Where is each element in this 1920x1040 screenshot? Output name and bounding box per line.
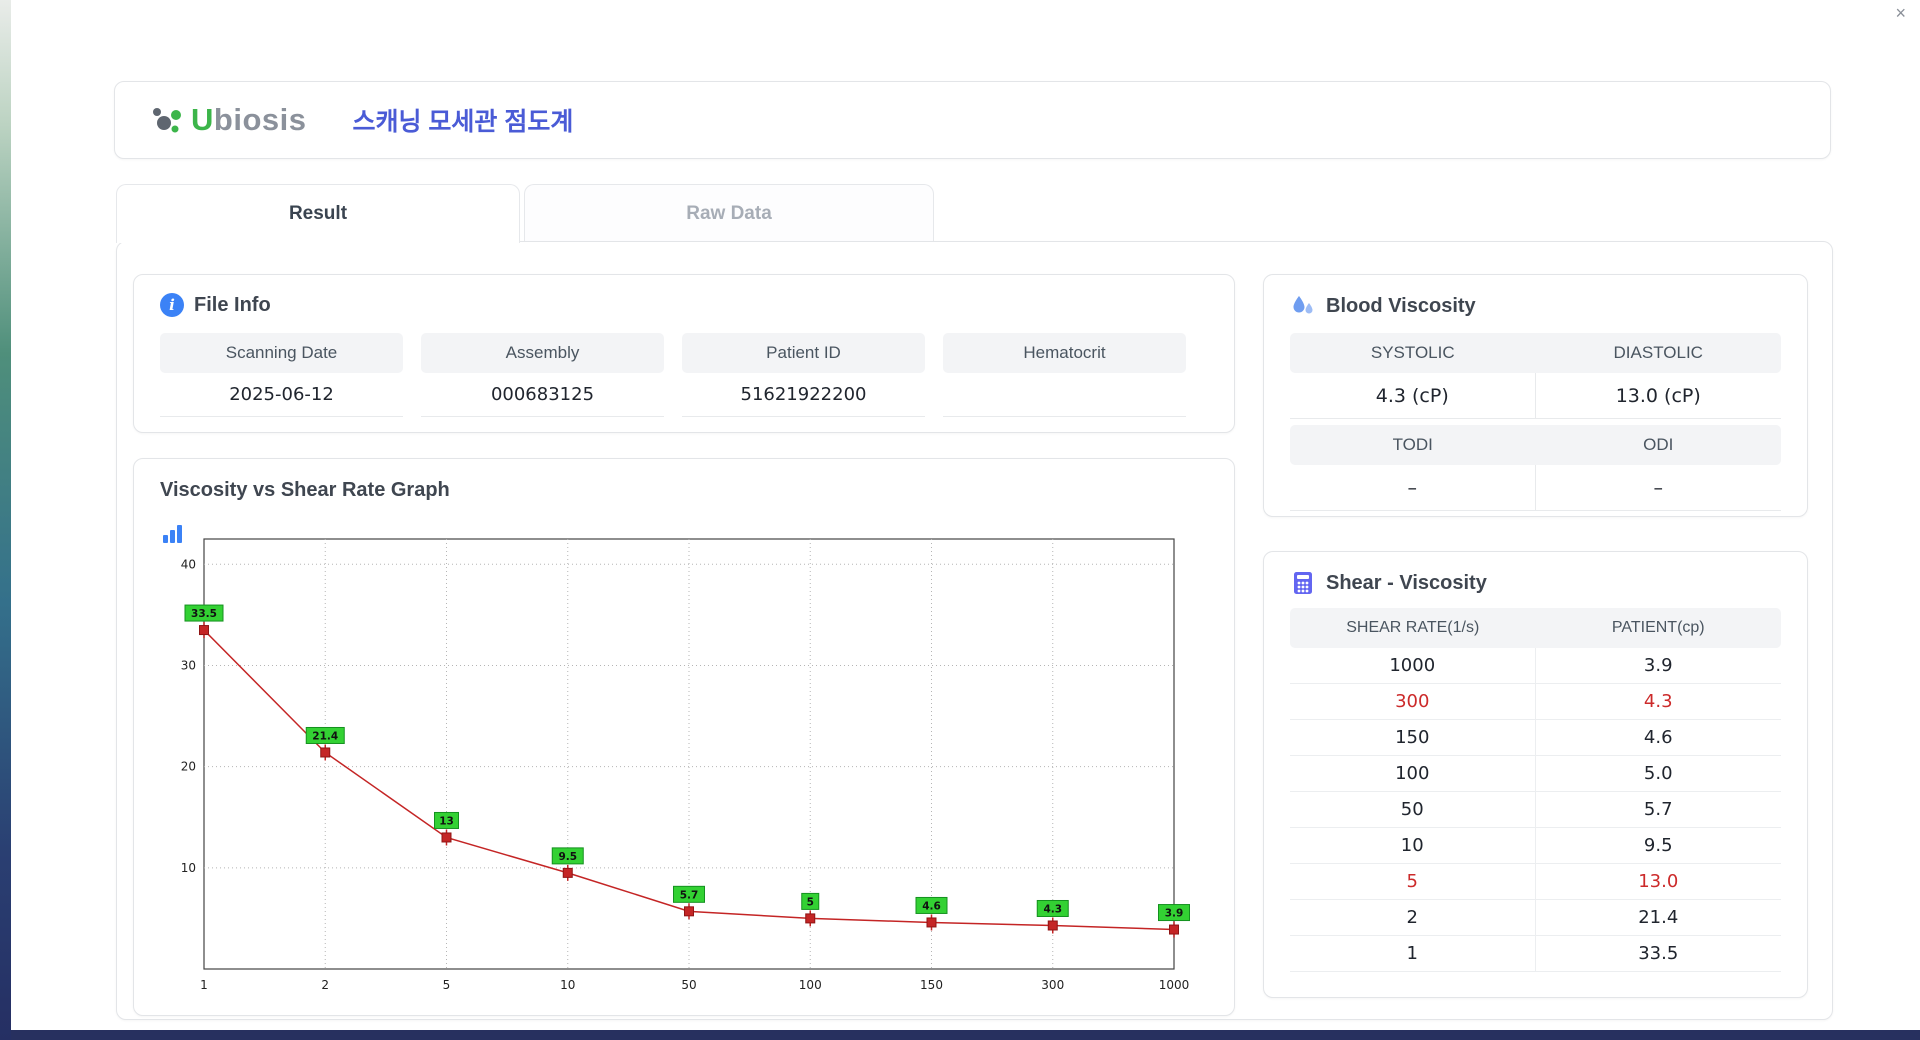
svg-text:5: 5: [807, 896, 814, 908]
todi-header: TODI: [1290, 425, 1536, 465]
systolic-header: SYSTOLIC: [1290, 333, 1536, 373]
table-row: 2 21.4: [1290, 900, 1781, 936]
shear-rate-cell: 1000: [1290, 648, 1536, 683]
todi-value: –: [1290, 465, 1536, 511]
brand-rest: biosis: [213, 102, 307, 137]
svg-text:300: 300: [1041, 978, 1064, 992]
field-value: 000683125: [421, 373, 664, 417]
field-value: 2025-06-12: [160, 373, 403, 417]
ubiosis-logo-icon: [153, 108, 181, 133]
diastolic-value: 13.0 (cP): [1535, 373, 1781, 419]
field-assembly: Assembly 000683125: [421, 333, 664, 417]
shear-viscosity-title: Shear - Viscosity: [1326, 571, 1487, 594]
svg-text:33.5: 33.5: [191, 608, 217, 620]
info-icon: i: [160, 293, 184, 317]
svg-text:1: 1: [200, 978, 208, 992]
shear-rate-cell: 100: [1290, 756, 1536, 791]
field-label: Hematocrit: [943, 333, 1186, 373]
field-hematocrit: Hematocrit: [943, 333, 1186, 417]
shear-rate-cell: 50: [1290, 792, 1536, 827]
svg-text:5.7: 5.7: [680, 889, 699, 901]
patient-cell: 33.5: [1638, 943, 1679, 964]
diastolic-header: DIASTOLIC: [1535, 333, 1781, 373]
shear-rate-cell: 5: [1290, 864, 1536, 899]
svg-text:10: 10: [560, 978, 575, 992]
table-row: 5 13.0: [1290, 864, 1781, 900]
patient-cell: 13.0: [1638, 871, 1679, 892]
shear-rate-cell: 300: [1290, 684, 1536, 719]
svg-text:9.5: 9.5: [558, 851, 577, 863]
background-strip: [0, 0, 11, 1040]
svg-text:50: 50: [681, 978, 696, 992]
shear-rate-cell: 150: [1290, 720, 1536, 755]
svg-text:4.6: 4.6: [922, 900, 941, 912]
tab-raw-data[interactable]: Raw Data: [524, 184, 934, 243]
file-info-fields: Scanning Date 2025-06-12 Assembly 000683…: [160, 333, 1208, 417]
page-title: 스캐닝 모세관 점도계: [352, 108, 574, 136]
svg-text:3.9: 3.9: [1165, 908, 1184, 920]
header: Ubiosis 스캐닝 모세관 점도계: [114, 81, 1831, 159]
table-row: 150 4.6: [1290, 720, 1781, 756]
patient-cell: 5.7: [1643, 799, 1673, 820]
brand-first-letter: U: [191, 102, 214, 137]
patient-cell: 4.3: [1643, 691, 1673, 712]
svg-text:150: 150: [920, 978, 943, 992]
svg-text:2: 2: [321, 978, 329, 992]
field-scanning-date: Scanning Date 2025-06-12: [160, 333, 403, 417]
systolic-value: 4.3 (cP): [1290, 373, 1536, 419]
field-value: 51621922200: [682, 373, 925, 417]
viscosity-graph-panel: Viscosity vs Shear Rate Graph 10 20 30 40 1 2…: [133, 458, 1235, 1016]
svg-text:13: 13: [439, 815, 454, 827]
shear-rate-cell: 2: [1290, 900, 1536, 935]
field-patient-id: Patient ID 51621922200: [682, 333, 925, 417]
odi-value: –: [1535, 465, 1781, 511]
shear-rate-cell: 10: [1290, 828, 1536, 863]
table-row: 50 5.7: [1290, 792, 1781, 828]
shear-viscosity-table: SHEAR RATE(1/s) PATIENT(cp) 1000 3.9 300…: [1290, 608, 1781, 972]
shear-viscosity-panel: Shear - Viscosity SHEAR RATE(1/s) PATIEN…: [1263, 551, 1808, 998]
tab-result[interactable]: Result: [116, 184, 520, 243]
brand-text: Ubiosis: [191, 102, 306, 138]
blood-viscosity-title: Blood Viscosity: [1326, 294, 1476, 317]
svg-text:21.4: 21.4: [312, 730, 338, 742]
close-icon[interactable]: ×: [1895, 4, 1906, 22]
field-label: Patient ID: [682, 333, 925, 373]
svg-text:40: 40: [181, 557, 196, 571]
viscosity-chart: 10 20 30 40 1 2 5 10 50 100 150 300 1000 33.5 21.4 13 9.…: [181, 538, 1190, 992]
calculator-icon: [1294, 572, 1312, 594]
patient-cell: 3.9: [1643, 655, 1673, 676]
svg-text:100: 100: [799, 978, 822, 992]
file-info-panel: i File Info Scanning Date 2025-06-12 Ass…: [133, 274, 1235, 433]
graph-title: Viscosity vs Shear Rate Graph: [160, 479, 450, 501]
svg-text:10: 10: [181, 861, 196, 875]
svg-text:1000: 1000: [1159, 978, 1190, 992]
table-row: 1000 3.9: [1290, 648, 1781, 684]
svg-text:5: 5: [443, 978, 451, 992]
patient-cell: 9.5: [1643, 835, 1673, 856]
table-row: 10 9.5: [1290, 828, 1781, 864]
field-value: [943, 373, 1186, 417]
table-row: 300 4.3: [1290, 684, 1781, 720]
field-label: Assembly: [421, 333, 664, 373]
field-label: Scanning Date: [160, 333, 403, 373]
odi-header: ODI: [1535, 425, 1781, 465]
patient-cell: 4.6: [1643, 727, 1673, 748]
droplets-icon: [1293, 296, 1313, 314]
patient-cell: 5.0: [1643, 763, 1673, 784]
table-row: 1 33.5: [1290, 936, 1781, 972]
brand-logo: Ubiosis: [149, 102, 306, 138]
svg-text:20: 20: [181, 760, 196, 774]
app-window: × Ubiosis 스캐닝 모세관 점도계 Result Raw Data i …: [11, 0, 1920, 1030]
patient-cell: 21.4: [1638, 907, 1679, 928]
blood-viscosity-table: SYSTOLIC DIASTOLIC 4.3 (cP) 13.0 (cP) TO…: [1290, 333, 1781, 511]
shear-rate-cell: 1: [1290, 936, 1536, 971]
table-row: 100 5.0: [1290, 756, 1781, 792]
svg-text:30: 30: [181, 658, 196, 672]
file-info-title: File Info: [194, 293, 271, 316]
svg-text:4.3: 4.3: [1043, 903, 1062, 915]
blood-viscosity-panel: Blood Viscosity SYSTOLIC DIASTOLIC 4.3 (…: [1263, 274, 1808, 517]
patient-column-header: PATIENT(cp): [1611, 619, 1705, 636]
shear-rate-column-header: SHEAR RATE(1/s): [1346, 619, 1480, 636]
